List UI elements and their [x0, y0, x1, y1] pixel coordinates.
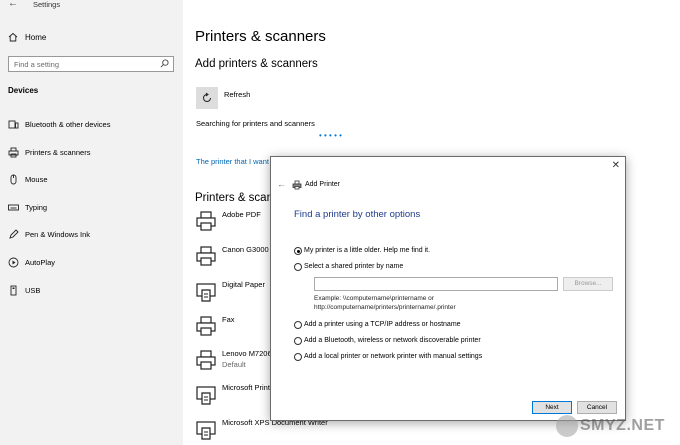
sidebar-item-label: Typing [25, 203, 48, 212]
watermark-text: SMYZ.NET [580, 417, 665, 434]
option-label: Add a local printer or network printer w… [304, 353, 483, 360]
printer-icon [292, 180, 302, 190]
add-printers-heading: Add printers & scanners [195, 58, 318, 70]
sidebar-item-autoplay[interactable]: AutoPlay [0, 254, 183, 272]
sidebar-item-label: Mouse [25, 175, 48, 184]
refresh-icon [203, 92, 211, 102]
sidebar-item-label: Printers & scanners [25, 148, 91, 157]
sidebar-item-usb[interactable]: USB [0, 282, 183, 300]
sidebar-item-bluetooth[interactable]: Bluetooth & other devices [0, 116, 183, 134]
dialog-heading: Find a printer by other options [294, 209, 421, 220]
radio-button[interactable] [294, 263, 302, 271]
refresh-label: Refresh [224, 90, 251, 99]
page-title: Printers & scanners [195, 28, 326, 45]
radio-button[interactable] [294, 353, 302, 361]
dialog-title: Add Printer [305, 181, 341, 188]
progress-dots: • • • • • [319, 131, 342, 140]
add-printer-dialog: ✕ ← Add Printer Find a printer by other … [270, 156, 626, 421]
radio-button-selected[interactable] [294, 247, 302, 255]
printer-icon [196, 246, 216, 266]
home-label: Home [25, 33, 47, 42]
settings-sidebar: ← Settings Home Find a setting Devices B… [0, 0, 183, 445]
sidebar-item-typing[interactable]: Typing [0, 199, 183, 217]
search-input[interactable]: Find a setting [8, 56, 174, 72]
sidebar-item-mouse[interactable]: Mouse [0, 171, 183, 189]
sidebar-item-label: USB [25, 286, 41, 295]
watermark-logo-icon [556, 415, 578, 437]
search-placeholder: Find a setting [14, 60, 60, 69]
dialog-back-button[interactable]: ← [277, 179, 286, 189]
printers-heading: Printers & scanners [195, 192, 271, 204]
mouse-icon [10, 174, 17, 185]
sidebar-item-label: AutoPlay [25, 258, 56, 267]
sidebar-item-pen[interactable]: Pen & Windows Ink [0, 226, 183, 244]
document-printer-icon [196, 421, 216, 440]
printer-icon [196, 350, 216, 370]
pen-icon [9, 229, 19, 239]
printer-icon [8, 147, 19, 158]
shared-printer-name-field[interactable] [314, 277, 558, 291]
search-icon [160, 59, 169, 68]
home-icon [8, 32, 18, 42]
document-printer-icon [196, 386, 216, 405]
keyboard-icon [8, 204, 19, 211]
usb-icon [10, 285, 17, 296]
refresh-button[interactable] [196, 87, 218, 109]
sidebar-item-label: Bluetooth & other devices [25, 120, 111, 129]
option-label: Add a printer using a TCP/IP address or … [304, 321, 461, 328]
bluetooth-icon [8, 120, 19, 129]
searching-status: Searching for printers and scanners [196, 119, 315, 128]
example-line-1: Example: \\computername\printername or [314, 295, 434, 302]
back-button[interactable]: ← [8, 0, 18, 9]
window-titlebar: ← Settings [0, 0, 183, 12]
document-printer-icon [196, 283, 216, 302]
option-label: Select a shared printer by name [304, 263, 404, 270]
option-label: Add a Bluetooth, wireless or network dis… [304, 337, 481, 344]
section-heading-devices: Devices [8, 86, 39, 95]
browse-button[interactable]: Browse... [563, 277, 613, 291]
sidebar-item-printers[interactable]: Printers & scanners [0, 144, 183, 162]
window-title: Settings [33, 0, 61, 9]
close-icon[interactable]: ✕ [612, 160, 620, 171]
watermark: SMYZ.NET [554, 413, 672, 439]
sidebar-item-label: Pen & Windows Ink [25, 230, 91, 239]
option-label: My printer is a little older. Help me fi… [304, 247, 431, 254]
fax-icon [196, 316, 216, 336]
autoplay-icon [8, 257, 19, 268]
radio-button[interactable] [294, 321, 302, 329]
printer-icon [196, 211, 216, 231]
default-printer-label: Default [222, 360, 246, 369]
printer-not-listed-link[interactable]: The printer that I want isn't listed [196, 157, 270, 166]
radio-button[interactable] [294, 337, 302, 345]
printer-item[interactable]: Microsoft XPS Document Writer [195, 418, 395, 445]
sidebar-item-home[interactable]: Home [0, 29, 183, 47]
example-text: Example: \\computername\printername or h… [314, 295, 456, 312]
example-line-2: http://computername/printers/printername… [314, 303, 456, 311]
